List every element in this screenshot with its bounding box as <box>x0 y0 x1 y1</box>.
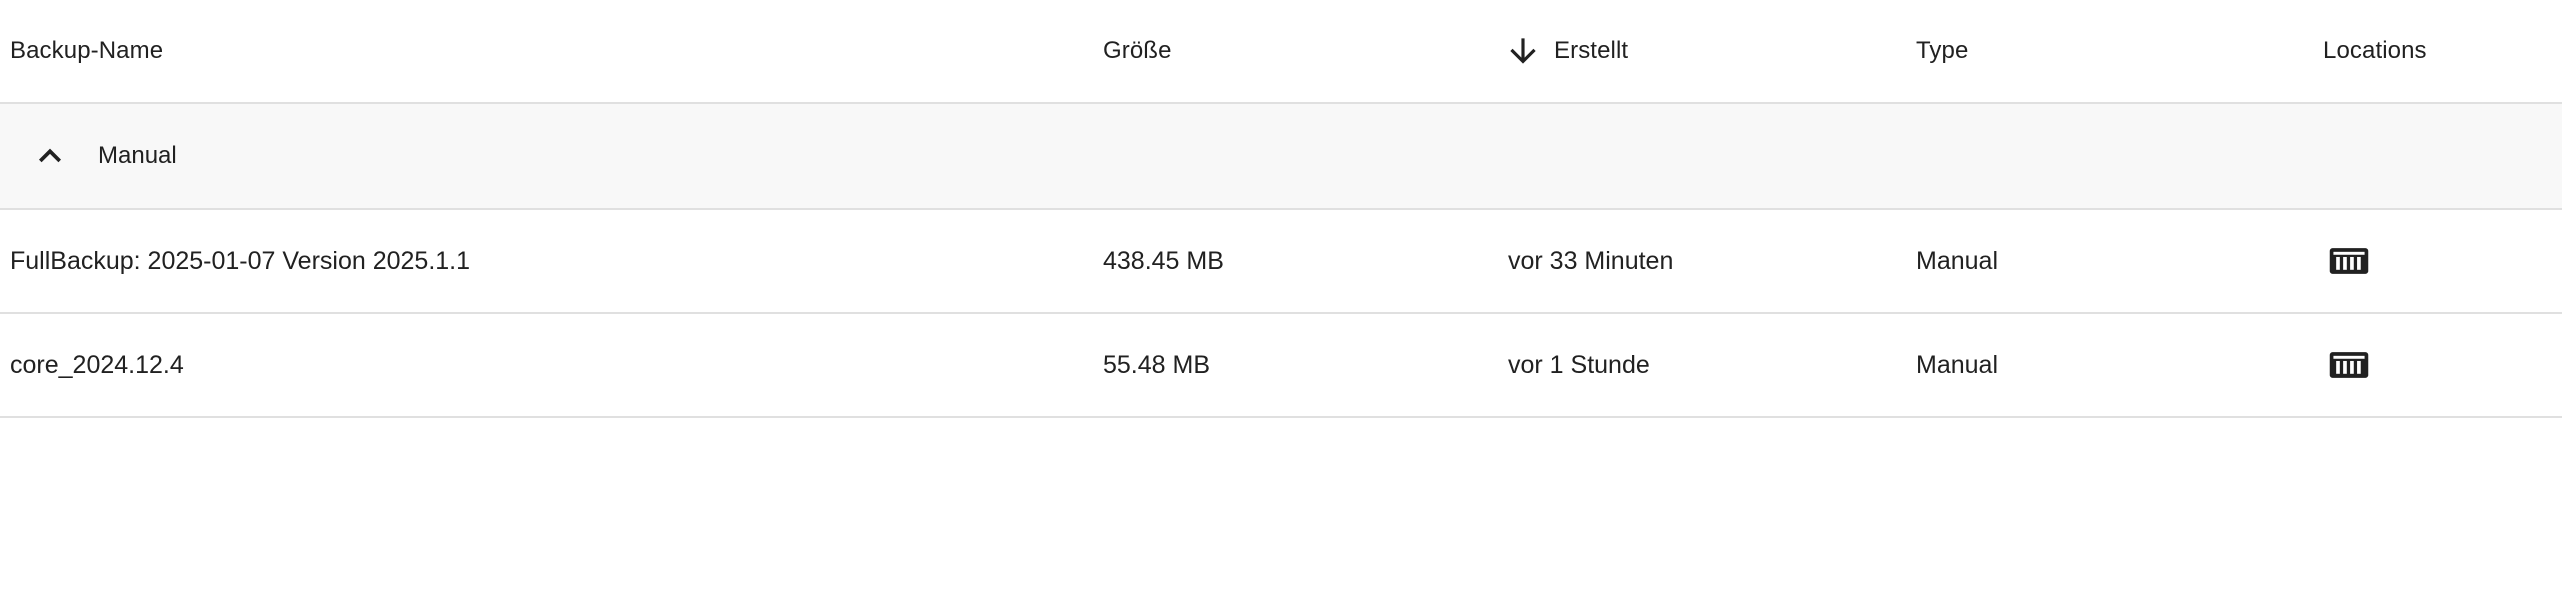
cell-size: 55.48 MB <box>1103 350 1211 379</box>
nas-storage-icon <box>2329 352 2369 378</box>
cell-size: 438.45 MB <box>1103 246 1224 275</box>
cell-created: vor 33 Minuten <box>1508 246 1674 275</box>
column-header-type[interactable]: Type <box>1916 0 1968 102</box>
cell-locations <box>2323 210 2371 312</box>
cell-backup-name: core_2024.12.4 <box>10 350 184 379</box>
column-header-type-label: Type <box>1916 37 1969 64</box>
chevron-up-icon <box>39 148 61 163</box>
column-header-locations-label: Locations <box>2323 37 2427 64</box>
arrow-down-icon <box>1510 38 1536 64</box>
column-header-created[interactable]: Erstellt <box>1508 0 1628 102</box>
column-header-size-label: Größe <box>1103 37 1172 64</box>
cell-type: Manual <box>1916 350 1998 379</box>
backups-table: Backup-Name Größe Erstellt Type Location… <box>0 0 2562 612</box>
sort-created-button[interactable]: Erstellt <box>1508 32 1628 70</box>
column-header-name-label: Backup-Name <box>10 37 164 64</box>
table-row[interactable]: core_2024.12.4 55.48 MB vor 1 Stunde Man… <box>0 314 2562 418</box>
nas-storage-icon <box>2329 248 2369 274</box>
table-row[interactable]: FullBackup: 2025-01-07 Version 2025.1.1 … <box>0 210 2562 314</box>
column-header-name[interactable]: Backup-Name <box>10 0 163 102</box>
group-collapse-button[interactable] <box>28 104 72 208</box>
column-header-size[interactable]: Größe <box>1103 0 1172 102</box>
cell-locations <box>2323 314 2371 416</box>
table-header: Backup-Name Größe Erstellt Type Location… <box>0 0 2562 104</box>
group-label: Manual <box>98 142 177 169</box>
column-header-locations[interactable]: Locations <box>2323 0 2427 102</box>
group-row-manual[interactable]: Manual <box>0 104 2562 210</box>
column-header-created-label: Erstellt <box>1554 37 1629 64</box>
cell-created: vor 1 Stunde <box>1508 350 1650 379</box>
cell-backup-name: FullBackup: 2025-01-07 Version 2025.1.1 <box>10 246 471 275</box>
cell-type: Manual <box>1916 246 1998 275</box>
